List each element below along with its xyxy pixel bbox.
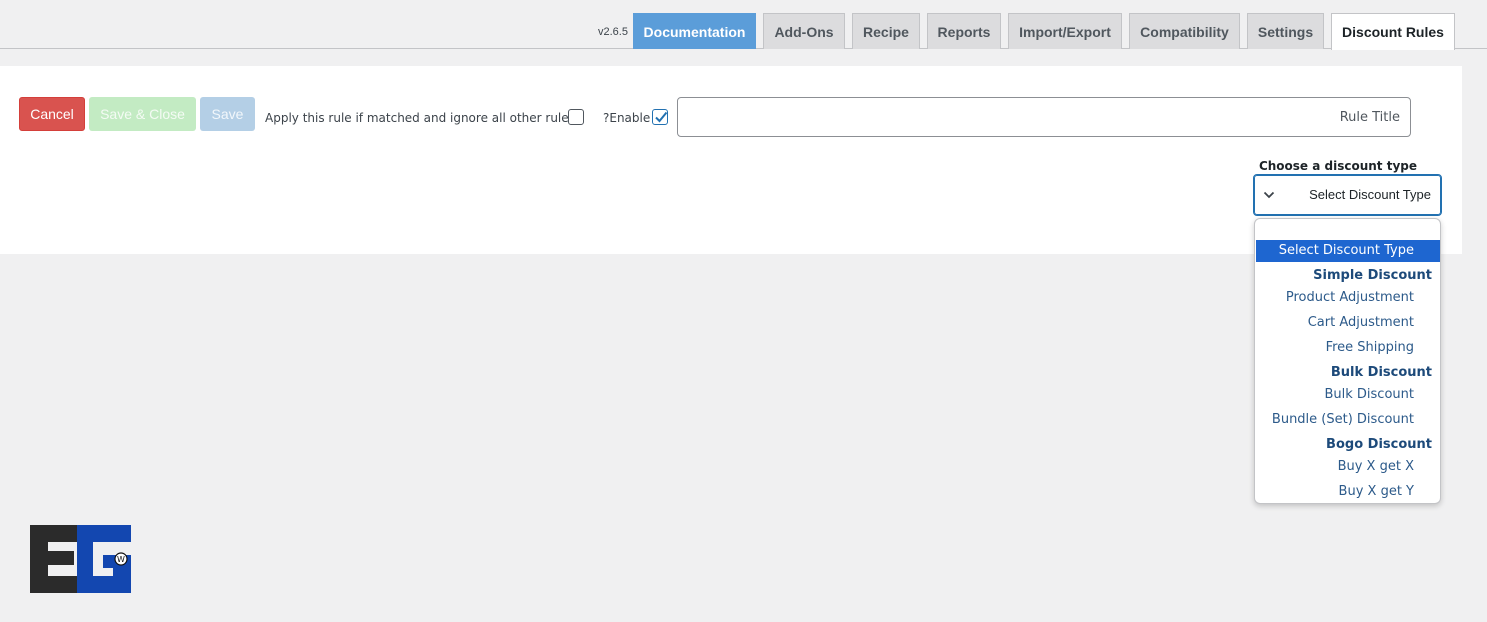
group-bulk-discount: Bulk Discount xyxy=(1330,365,1432,380)
tab-compatibility[interactable]: Compatibility xyxy=(1129,13,1240,49)
discount-type-label: Choose a discount type xyxy=(1258,159,1417,173)
option-bulk-discount[interactable]: Bulk Discount xyxy=(1255,384,1440,406)
enable-checkbox[interactable] xyxy=(652,109,668,125)
option-cart-adjustment[interactable]: Cart Adjustment xyxy=(1255,312,1440,334)
save-and-close-button[interactable]: Save & Close xyxy=(89,97,196,131)
option-bundle-set-discount[interactable]: Bundle (Set) Discount xyxy=(1255,409,1440,431)
checkmark-icon xyxy=(655,111,668,123)
plugin-version: v2.6.5 xyxy=(598,26,628,38)
apply-rule-checkbox[interactable] xyxy=(568,109,584,125)
option-buy-x-get-x[interactable]: Buy X get X xyxy=(1255,456,1440,478)
cancel-button[interactable]: Cancel xyxy=(19,97,85,131)
save-button[interactable]: Save xyxy=(200,97,255,131)
tab-settings[interactable]: Settings xyxy=(1247,13,1324,49)
rule-title-input[interactable] xyxy=(677,97,1411,137)
tab-documentation[interactable]: Documentation xyxy=(633,13,756,49)
tab-import-export[interactable]: Import/Export xyxy=(1008,13,1122,49)
tab-reports[interactable]: Reports xyxy=(927,13,1001,49)
nav-tab-bar: v2.6.5 Documentation Add-Ons Recipe Repo… xyxy=(0,0,1487,50)
option-product-adjustment[interactable]: Product Adjustment xyxy=(1255,287,1440,309)
tab-add-ons[interactable]: Add-Ons xyxy=(763,13,845,49)
option-free-shipping[interactable]: Free Shipping xyxy=(1255,337,1440,359)
option-select-discount-type[interactable]: Select Discount Type xyxy=(1256,240,1440,262)
svg-text:W: W xyxy=(117,555,125,564)
tab-recipe[interactable]: Recipe xyxy=(852,13,920,49)
enable-label: ?Enable xyxy=(603,111,651,125)
apply-rule-label: Apply this rule if matched and ignore al… xyxy=(265,111,575,125)
option-buy-x-get-y[interactable]: Buy X get Y xyxy=(1255,481,1440,503)
tab-discount-rules[interactable]: Discount Rules xyxy=(1331,13,1455,50)
group-bogo-discount: Bogo Discount xyxy=(1326,437,1432,452)
discount-type-select[interactable]: Select Discount Type xyxy=(1253,174,1442,216)
discount-type-selected-value: Select Discount Type xyxy=(1309,187,1431,202)
discount-type-dropdown: Select Discount Type Simple Discount Pro… xyxy=(1254,218,1441,504)
eg-logo-icon: W xyxy=(30,525,131,593)
chevron-down-icon xyxy=(1263,191,1275,199)
group-simple-discount: Simple Discount xyxy=(1313,268,1432,283)
rule-editor-panel: Cancel Save & Close Save Apply this rule… xyxy=(0,66,1462,254)
